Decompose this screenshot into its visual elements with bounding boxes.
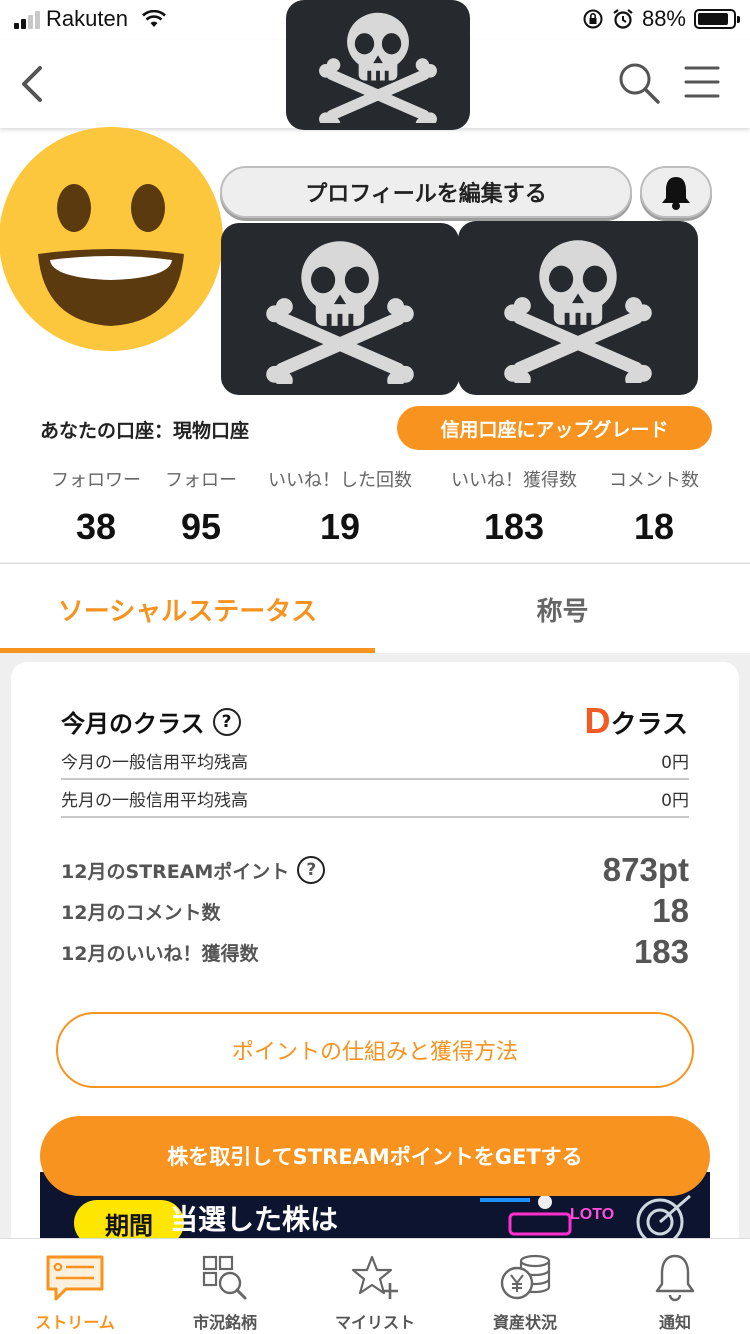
yen-coins-icon xyxy=(500,1254,551,1300)
help-icon[interactable]: ? xyxy=(212,707,241,736)
likes-count-value: 183 xyxy=(633,933,689,970)
balance-row: 先月の一般信用平均残高 0円 xyxy=(61,780,689,818)
nav-label: ストリーム xyxy=(35,1313,115,1332)
bottom-navigation: ストリーム 市況銘柄 マイリスト 資産状況 通知 xyxy=(0,1238,750,1334)
banner-loto: LOTO xyxy=(570,1206,615,1223)
header-skull-crossbones-icon xyxy=(286,0,470,130)
nav-label: 資産状況 xyxy=(492,1313,557,1332)
skull-crossbones-icon xyxy=(504,240,652,383)
tab-social-status[interactable]: ソーシャルステータス xyxy=(0,564,375,654)
wifi-icon xyxy=(142,10,166,27)
grinning-face-icon[interactable] xyxy=(0,126,224,352)
nav-label: 通知 xyxy=(658,1313,691,1332)
comments-count-label: 12月のコメント数 xyxy=(61,901,221,924)
balance-row-value: 0円 xyxy=(661,752,689,773)
banner-tag: 期間 xyxy=(74,1200,184,1238)
stat-likes-given-label: いいね！した回数 xyxy=(268,470,412,491)
badge-skull-crossbones-1 xyxy=(221,223,459,395)
follow-notification-button[interactable] xyxy=(640,166,712,218)
profile-tabs: ソーシャルステータス 称号 xyxy=(0,563,750,653)
search-icon[interactable] xyxy=(616,60,662,106)
balance-row-value: 0円 xyxy=(661,790,689,811)
class-suffix: クラス xyxy=(610,710,688,740)
market-search-icon xyxy=(202,1255,247,1300)
likes-count-row: 12月のいいね！獲得数 183 xyxy=(61,932,689,972)
trade-get-points-button[interactable]: 株を取引してSTREAMポイントをGETする xyxy=(40,1116,710,1196)
stat-comments-label: コメント数 xyxy=(609,470,699,491)
upgrade-margin-account-button[interactable]: 信用口座にアップグレード xyxy=(397,406,712,450)
bell-icon xyxy=(662,177,690,210)
nav-label: 市況銘柄 xyxy=(192,1313,257,1332)
stream-points-row: 12月のSTREAMポイント ? 873pt xyxy=(61,850,689,890)
balance-row-label: 今月の一般信用平均残高 xyxy=(61,752,248,773)
skull-crossbones-icon xyxy=(319,12,437,123)
account-type-label: あなたの口座：現物口座 xyxy=(40,420,250,442)
nav-item-assets[interactable]: 資産状況 xyxy=(450,1239,600,1334)
carrier-info: Rakuten xyxy=(14,6,166,32)
tab-titles[interactable]: 称号 xyxy=(375,564,750,654)
nav-item-market[interactable]: 市況銘柄 xyxy=(150,1239,300,1334)
stat-following-label[interactable]: フォロー xyxy=(165,466,237,492)
stat-likes-received-value: 183 xyxy=(483,506,545,547)
stat-likes-given-value: 19 xyxy=(319,506,361,547)
hamburger-menu-icon[interactable] xyxy=(684,62,720,102)
nav-item-mylist[interactable]: マイリスト xyxy=(300,1239,450,1334)
help-icon[interactable]: ? xyxy=(297,856,326,884)
stream-points-label-wrap: 12月のSTREAMポイント ? xyxy=(61,856,326,884)
skull-crossbones-icon xyxy=(266,241,414,384)
active-tab-indicator xyxy=(0,648,375,653)
stat-followers-value[interactable]: 38 xyxy=(76,506,116,548)
nav-label: マイリスト xyxy=(334,1313,415,1332)
monthly-class-label: 今月のクラス xyxy=(61,710,205,738)
balance-row: 今月の一般信用平均残高 0円 xyxy=(61,742,689,780)
class-value: Dクラス xyxy=(585,700,688,742)
comments-count-value: 18 xyxy=(652,892,689,929)
balance-row-label: 先月の一般信用平均残高 xyxy=(61,790,248,811)
stream-points-label: 12月のSTREAMポイント xyxy=(61,860,290,883)
stat-followers-label[interactable]: フォロワー xyxy=(51,466,141,492)
edit-profile-button[interactable]: プロフィールを編集する xyxy=(220,166,632,218)
comments-count-row: 12月のコメント数 18 xyxy=(61,892,689,930)
class-letter: D xyxy=(584,700,611,741)
orientation-lock-icon xyxy=(583,9,603,29)
battery-percent: 88% xyxy=(641,6,686,31)
battery-icon xyxy=(694,9,740,29)
carrier-name: Rakuten xyxy=(46,6,128,31)
points-info-button[interactable]: ポイントの仕組みと獲得方法 xyxy=(56,1012,694,1088)
likes-count-label: 12月のいいね！獲得数 xyxy=(61,942,259,965)
status-right: 88% xyxy=(582,6,740,32)
signal-icon xyxy=(14,9,40,29)
message-board-icon xyxy=(46,1255,104,1301)
nav-item-stream[interactable]: ストリーム xyxy=(0,1239,150,1334)
nav-item-notifications[interactable]: 通知 xyxy=(600,1239,750,1334)
banner-headline: 当選した株は xyxy=(170,1203,339,1236)
stat-following-value[interactable]: 95 xyxy=(181,506,221,548)
stream-points-value: 873pt xyxy=(602,851,689,888)
monthly-class-title: 今月のクラス ? xyxy=(61,704,241,739)
bell-icon xyxy=(655,1254,695,1302)
alarm-icon xyxy=(613,9,633,29)
badge-skull-crossbones-2 xyxy=(458,221,698,395)
stat-likes-received-label: いいね！獲得数 xyxy=(451,470,577,491)
stat-comments-value: 18 xyxy=(633,506,675,547)
chevron-left-icon[interactable] xyxy=(14,60,54,108)
star-plus-icon xyxy=(351,1255,398,1299)
